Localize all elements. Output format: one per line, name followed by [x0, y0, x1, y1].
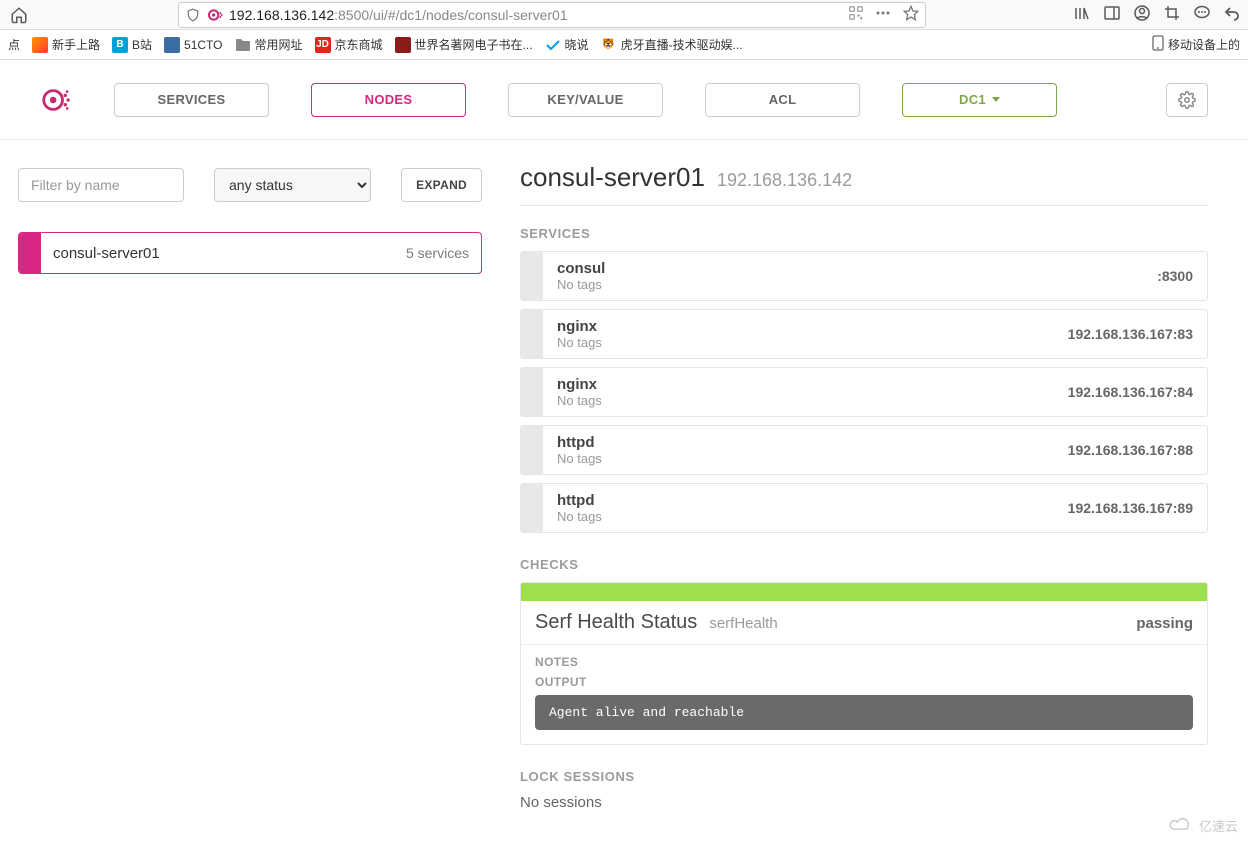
services-list: consul No tags :8300 nginx No tags 192.1… [520, 251, 1208, 533]
check-title: Serf Health Status [535, 611, 697, 634]
sessions-text: No sessions [520, 794, 1208, 811]
check-output-label: OUTPUT [535, 675, 1193, 689]
library-icon[interactable] [1074, 5, 1090, 24]
qr-icon[interactable] [849, 6, 863, 23]
service-status-bar [521, 252, 543, 300]
url-bar[interactable]: 192.168.136.142:8500/ui/#/dc1/nodes/cons… [178, 2, 926, 28]
service-address: :8300 [1143, 252, 1207, 300]
service-address: 192.168.136.167:84 [1054, 368, 1207, 416]
node-title-row: consul-server01 192.168.136.142 [520, 162, 1208, 206]
settings-button[interactable] [1166, 83, 1208, 117]
bookmark-books[interactable]: ​世界名著网电子书在... [395, 36, 533, 53]
service-tags: No tags [557, 335, 1040, 350]
bookmark-firefox[interactable]: ​新手上路 [32, 36, 100, 53]
folder-icon [235, 37, 251, 53]
service-status-bar [521, 426, 543, 474]
phone-icon [1152, 35, 1164, 54]
node-meta: 5 services [394, 245, 481, 261]
check-status-bar [521, 583, 1207, 601]
check-id: serfHealth [709, 615, 1136, 632]
bookmark-xiaoshuo[interactable]: 晓说 [545, 36, 589, 53]
service-name: nginx [557, 376, 1040, 393]
nav-acl[interactable]: ACL [705, 83, 860, 117]
service-status-bar [521, 368, 543, 416]
undo-icon[interactable] [1224, 5, 1240, 24]
service-card[interactable]: nginx No tags 192.168.136.167:84 [520, 367, 1208, 417]
main-content: any status EXPAND consul-server01 5 serv… [0, 140, 1248, 841]
bookmarks-bar: 点 ​新手上路 BB站 ​51CTO 常用网址 JD京东商城 ​世界名著网电子书… [0, 30, 1248, 60]
bookmark-51cto[interactable]: ​51CTO [164, 37, 222, 53]
consul-favicon-icon [207, 7, 223, 23]
service-name: consul [557, 260, 1129, 277]
service-address: 192.168.136.167:83 [1054, 310, 1207, 358]
section-sessions-label: LOCK SESSIONS [520, 769, 1208, 784]
service-name: nginx [557, 318, 1040, 335]
node-ip: 192.168.136.142 [717, 170, 852, 191]
bookmark-jd[interactable]: JD京东商城 [315, 36, 383, 53]
left-panel: any status EXPAND consul-server01 5 serv… [0, 140, 500, 841]
star-icon[interactable] [903, 5, 919, 24]
url-actions [849, 5, 919, 24]
sidebar-icon[interactable] [1104, 5, 1120, 24]
nav-kv[interactable]: KEY/VALUE [508, 83, 663, 117]
node-list-item[interactable]: consul-server01 5 services [18, 232, 482, 274]
browser-toolbar: 192.168.136.142:8500/ui/#/dc1/nodes/cons… [0, 0, 1248, 30]
expand-button[interactable]: EXPAND [401, 168, 482, 202]
filter-input[interactable] [18, 168, 184, 202]
chat-icon[interactable] [1194, 5, 1210, 24]
shield-icon [185, 7, 201, 23]
service-card[interactable]: nginx No tags 192.168.136.167:83 [520, 309, 1208, 359]
section-checks-label: CHECKS [520, 557, 1208, 572]
bookmark-bilibili[interactable]: BB站 [112, 36, 152, 53]
consul-header: SERVICES NODES KEY/VALUE ACL DC1 [0, 60, 1248, 140]
service-tags: No tags [557, 509, 1040, 524]
check-state: passing [1136, 615, 1193, 632]
account-icon[interactable] [1134, 5, 1150, 24]
service-tags: No tags [557, 451, 1040, 466]
service-status-bar [521, 310, 543, 358]
bookmark-mobile[interactable]: 移动设备上的 [1152, 35, 1240, 54]
right-panel: consul-server01 192.168.136.142 SERVICES… [500, 140, 1248, 841]
service-card[interactable]: httpd No tags 192.168.136.167:89 [520, 483, 1208, 533]
status-select[interactable]: any status [214, 168, 371, 202]
bookmark-prefix: 点 [8, 36, 20, 53]
section-services-label: SERVICES [520, 226, 1208, 241]
service-address: 192.168.136.167:89 [1054, 484, 1207, 532]
check-notes-label: NOTES [535, 655, 1193, 669]
bookmark-folder[interactable]: 常用网址 [235, 36, 303, 53]
home-icon[interactable] [8, 4, 30, 26]
nav-services[interactable]: SERVICES [114, 83, 269, 117]
consul-logo-icon[interactable] [40, 85, 70, 115]
watermark: 亿速云 [1167, 815, 1238, 835]
crop-icon[interactable] [1164, 5, 1180, 24]
service-card[interactable]: httpd No tags 192.168.136.167:88 [520, 425, 1208, 475]
service-card[interactable]: consul No tags :8300 [520, 251, 1208, 301]
check-card[interactable]: Serf Health Status serfHealth passing NO… [520, 582, 1208, 745]
service-address: 192.168.136.167:88 [1054, 426, 1207, 474]
check-output: Agent alive and reachable [535, 695, 1193, 730]
url-text: 192.168.136.142:8500/ui/#/dc1/nodes/cons… [229, 7, 843, 23]
status-bar [19, 233, 41, 273]
dots-icon[interactable] [875, 5, 891, 24]
nav-datacenter[interactable]: DC1 [902, 83, 1057, 117]
service-status-bar [521, 484, 543, 532]
browser-extensions [1074, 5, 1240, 24]
nav-nodes[interactable]: NODES [311, 83, 466, 117]
bookmark-huya[interactable]: 🐯虎牙直播-技术驱动娱... [601, 36, 743, 53]
service-name: httpd [557, 434, 1040, 451]
service-name: httpd [557, 492, 1040, 509]
service-tags: No tags [557, 277, 1129, 292]
node-title: consul-server01 [520, 162, 705, 193]
service-tags: No tags [557, 393, 1040, 408]
node-name: consul-server01 [41, 245, 394, 262]
